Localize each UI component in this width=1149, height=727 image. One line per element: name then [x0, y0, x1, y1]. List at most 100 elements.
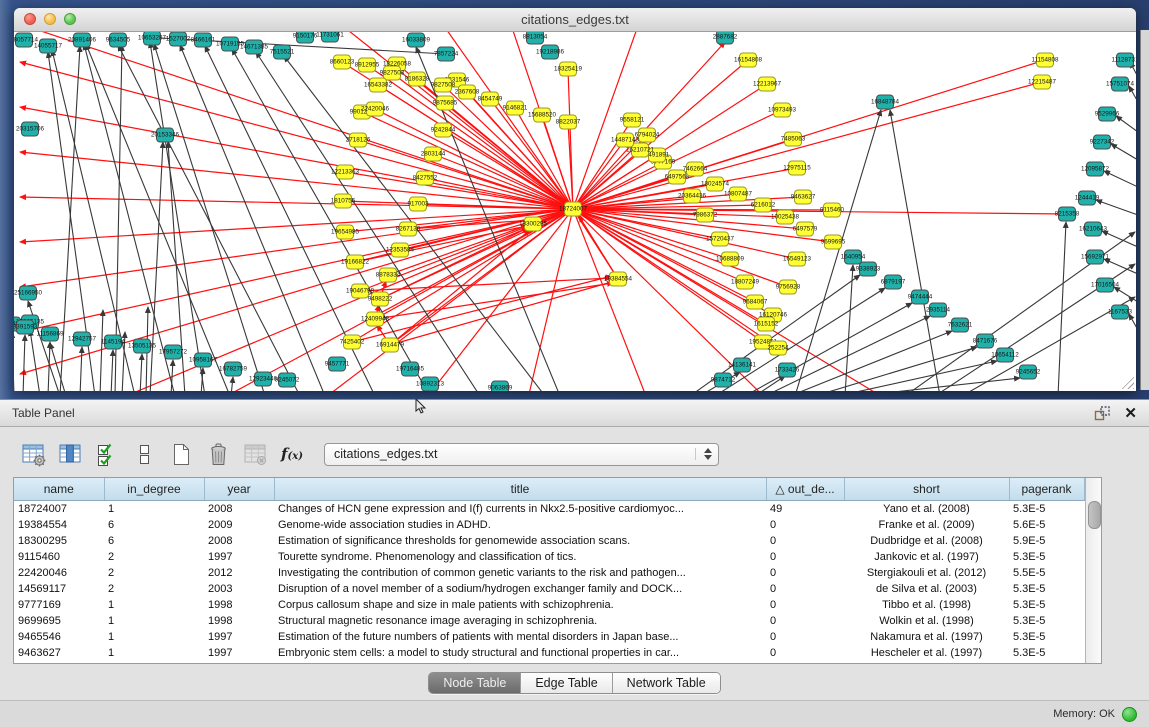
graph-edge[interactable]: [20, 152, 573, 209]
table-cell[interactable]: 1: [104, 597, 204, 613]
graph-node[interactable]: 8215358: [1055, 207, 1080, 221]
graph-node[interactable]: 20315706: [16, 122, 45, 136]
graph-node[interactable]: 18807249: [731, 275, 760, 289]
table-cell[interactable]: 0: [766, 629, 844, 645]
graph-node[interactable]: 9699695: [821, 235, 846, 249]
table-cell[interactable]: Nakamura et al. (1997): [844, 629, 1009, 645]
graph-node[interactable]: 10688809: [716, 252, 745, 266]
graph-edge[interactable]: [1129, 86, 1136, 102]
graph-node[interactable]: 14136141: [728, 358, 757, 372]
graph-node[interactable]: 8822037: [556, 115, 581, 129]
graph-node[interactable]: 9756928: [776, 280, 801, 294]
table-cell[interactable]: 0: [766, 533, 844, 549]
graph-node[interactable]: 9529966: [1095, 107, 1120, 121]
graph-node[interactable]: 1527002: [166, 32, 191, 46]
graph-edge[interactable]: [180, 45, 325, 391]
table-row[interactable]: 946554611997Estimation of the future num…: [14, 629, 1084, 645]
graph-node[interactable]: 12942757: [68, 332, 97, 346]
table-cell[interactable]: Tibbo et al. (1998): [844, 597, 1009, 613]
table-cell[interactable]: 49: [766, 501, 844, 518]
graph-node[interactable]: 19654985: [331, 225, 360, 239]
table-cell[interactable]: 19384554: [14, 517, 104, 533]
graph-edge[interactable]: [390, 281, 615, 345]
graph-node[interactable]: 11154808: [1031, 53, 1059, 67]
table-row[interactable]: 977716911998Corpus callosum shape and si…: [14, 597, 1084, 613]
graph-node[interactable]: 9338923: [856, 262, 881, 276]
table-cell[interactable]: Embryonic stem cells: a model to study s…: [274, 645, 766, 661]
graph-edge[interactable]: [1096, 200, 1136, 215]
table-cell[interactable]: 0: [766, 581, 844, 597]
close-window-button[interactable]: [24, 13, 36, 25]
table-cell[interactable]: Stergiakouli et al. (2012): [844, 565, 1009, 581]
table-cell[interactable]: 6: [104, 533, 204, 549]
select-all-button[interactable]: [94, 441, 120, 467]
minimize-window-button[interactable]: [44, 13, 56, 25]
graph-node[interactable]: 18024574: [701, 177, 730, 191]
graph-node[interactable]: 9115460: [820, 203, 845, 217]
table-row[interactable]: 969969511998Structural magnetic resonanc…: [14, 613, 1084, 629]
graph-edge[interactable]: [890, 110, 940, 391]
graph-edge[interactable]: [1116, 116, 1136, 132]
graph-edge[interactable]: [140, 354, 142, 391]
graph-edge[interactable]: [150, 42, 205, 391]
table-row[interactable]: 2242004622012Investigating the contribut…: [14, 565, 1084, 581]
table-cell[interactable]: 0: [766, 549, 844, 565]
graph-node[interactable]: 9227342: [1090, 135, 1115, 149]
table-cell[interactable]: 2009: [204, 517, 274, 533]
graph-node[interactable]: 14055717: [34, 39, 63, 53]
graph-node[interactable]: 2887682: [713, 32, 738, 44]
column-header-out_de[interactable]: △ out_de...: [766, 478, 844, 501]
graph-node[interactable]: 1145194: [101, 335, 126, 349]
graph-node[interactable]: 7515521: [270, 45, 295, 59]
graph-edge[interactable]: [80, 347, 82, 391]
table-cell[interactable]: 2003: [204, 581, 274, 597]
table-cell[interactable]: 9777169: [14, 597, 104, 613]
table-cell[interactable]: 5.3E-5: [1009, 501, 1084, 518]
graph-node[interactable]: 11731061: [316, 32, 344, 42]
table-selector-dropdown[interactable]: citations_edges.txt: [324, 443, 719, 466]
graph-edge[interactable]: [573, 140, 625, 209]
table-cell[interactable]: 1: [104, 613, 204, 629]
table-cell[interactable]: 1997: [204, 645, 274, 661]
graph-node[interactable]: 11128731: [1111, 53, 1136, 67]
column-header-name[interactable]: name: [14, 478, 104, 501]
graph-node[interactable]: 9463627: [791, 190, 816, 204]
graph-edge[interactable]: [1104, 171, 1136, 187]
table-cell[interactable]: 0: [766, 517, 844, 533]
new-column-button[interactable]: [168, 441, 194, 467]
table-cell[interactable]: 22420046: [14, 565, 104, 581]
graph-node[interactable]: 917003: [407, 197, 429, 211]
table-cell[interactable]: 5.5E-5: [1009, 565, 1084, 581]
table-cell[interactable]: 5.9E-5: [1009, 533, 1084, 549]
table-cell[interactable]: 1: [104, 501, 204, 518]
graph-node[interactable]: 1733426: [775, 363, 800, 377]
table-cell[interactable]: Estimation of significance thresholds fo…: [274, 533, 766, 549]
table-cell[interactable]: Tourette syndrome. Phenomenology and cla…: [274, 549, 766, 565]
window-titlebar[interactable]: citations_edges.txt: [14, 8, 1136, 32]
graph-edge[interactable]: [362, 112, 573, 209]
table-cell[interactable]: Genome-wide association studies in ADHD.: [274, 517, 766, 533]
graph-node[interactable]: 8186328: [405, 72, 430, 86]
table-cell[interactable]: 5.3E-5: [1009, 629, 1084, 645]
column-header-pagerank[interactable]: pagerank: [1009, 478, 1084, 501]
graph-node[interactable]: 1810755: [331, 194, 356, 208]
table-cell[interactable]: 2: [104, 565, 204, 581]
graph-node[interactable]: 8660123: [330, 55, 355, 69]
table-cell[interactable]: 1998: [204, 597, 274, 613]
table-cell[interactable]: 6: [104, 517, 204, 533]
graph-node[interactable]: 19218986: [536, 45, 565, 59]
graph-node[interactable]: 12923446: [249, 372, 278, 386]
graph-node[interactable]: 9684067: [743, 295, 768, 309]
table-cell[interactable]: 0: [766, 613, 844, 629]
graph-node[interactable]: 10653287: [138, 32, 167, 45]
table-cell[interactable]: 14569117: [14, 581, 104, 597]
table-cell[interactable]: 9699695: [14, 613, 104, 629]
graph-node[interactable]: 8267130: [396, 222, 421, 236]
table-options-button[interactable]: [20, 441, 46, 467]
graph-node[interactable]: 9063869: [488, 381, 513, 391]
close-panel-icon[interactable]: ✕: [1124, 406, 1137, 421]
graph-node[interactable]: 16549123: [783, 252, 812, 266]
column-header-year[interactable]: year: [204, 478, 274, 501]
column-header-short[interactable]: short: [844, 478, 1009, 501]
graph-node[interactable]: 20153346: [151, 128, 180, 142]
